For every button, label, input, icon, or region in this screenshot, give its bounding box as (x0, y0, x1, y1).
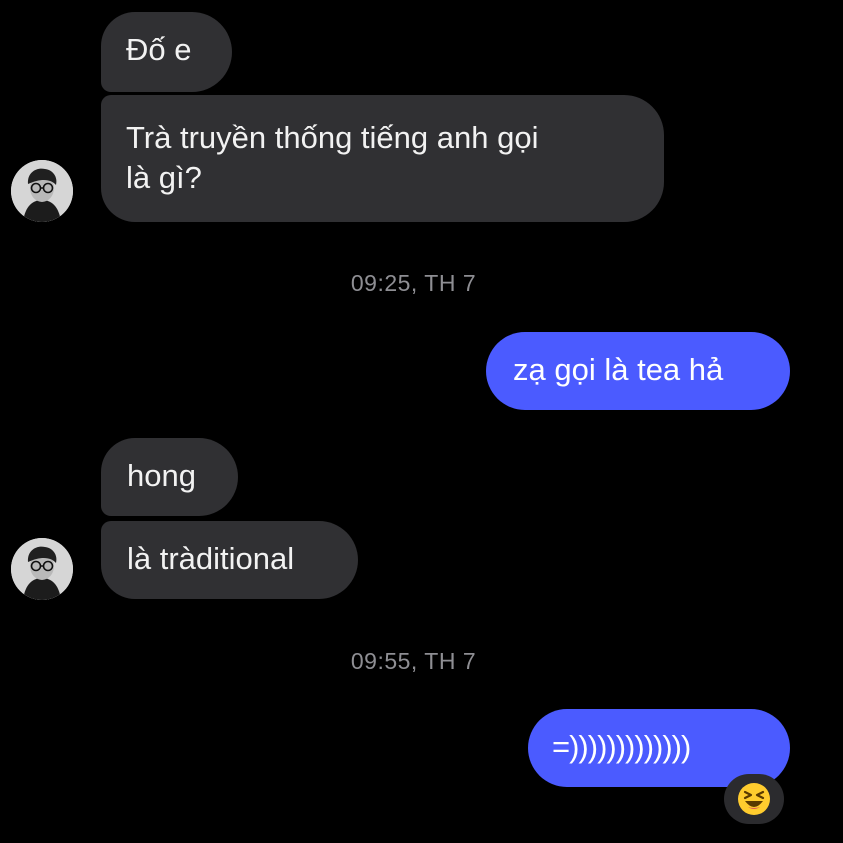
incoming-message-bubble[interactable]: hong (101, 438, 238, 516)
avatar[interactable] (11, 538, 73, 600)
message-text: zạ gọi là tea hả (513, 352, 724, 387)
message-timestamp: 09:25, TH 7 (350, 270, 477, 296)
grinning-squinting-face-icon (738, 783, 770, 815)
message-text: =))))))))))))) (552, 729, 691, 764)
outgoing-message-bubble[interactable]: zạ gọi là tea hả (486, 332, 790, 410)
message-text: Đố e (126, 32, 192, 67)
message-text-line-1: Trà truyền thống tiếng anh gọi (126, 120, 539, 155)
message-text: là tràditional (127, 541, 295, 576)
message-reaction[interactable] (724, 774, 784, 824)
incoming-message-bubble[interactable]: Đố e (101, 12, 232, 92)
profile-photo-icon (11, 538, 73, 600)
incoming-message-bubble[interactable]: là tràditional (101, 521, 358, 599)
message-text-line-2: là gì? (126, 160, 202, 195)
incoming-message-bubble[interactable]: Trà truyền thống tiếng anh gọi là gì? (101, 95, 664, 222)
profile-photo-icon (11, 160, 73, 222)
message-timestamp: 09:55, TH 7 (350, 648, 477, 674)
message-text: hong (127, 458, 196, 493)
avatar[interactable] (11, 160, 73, 222)
